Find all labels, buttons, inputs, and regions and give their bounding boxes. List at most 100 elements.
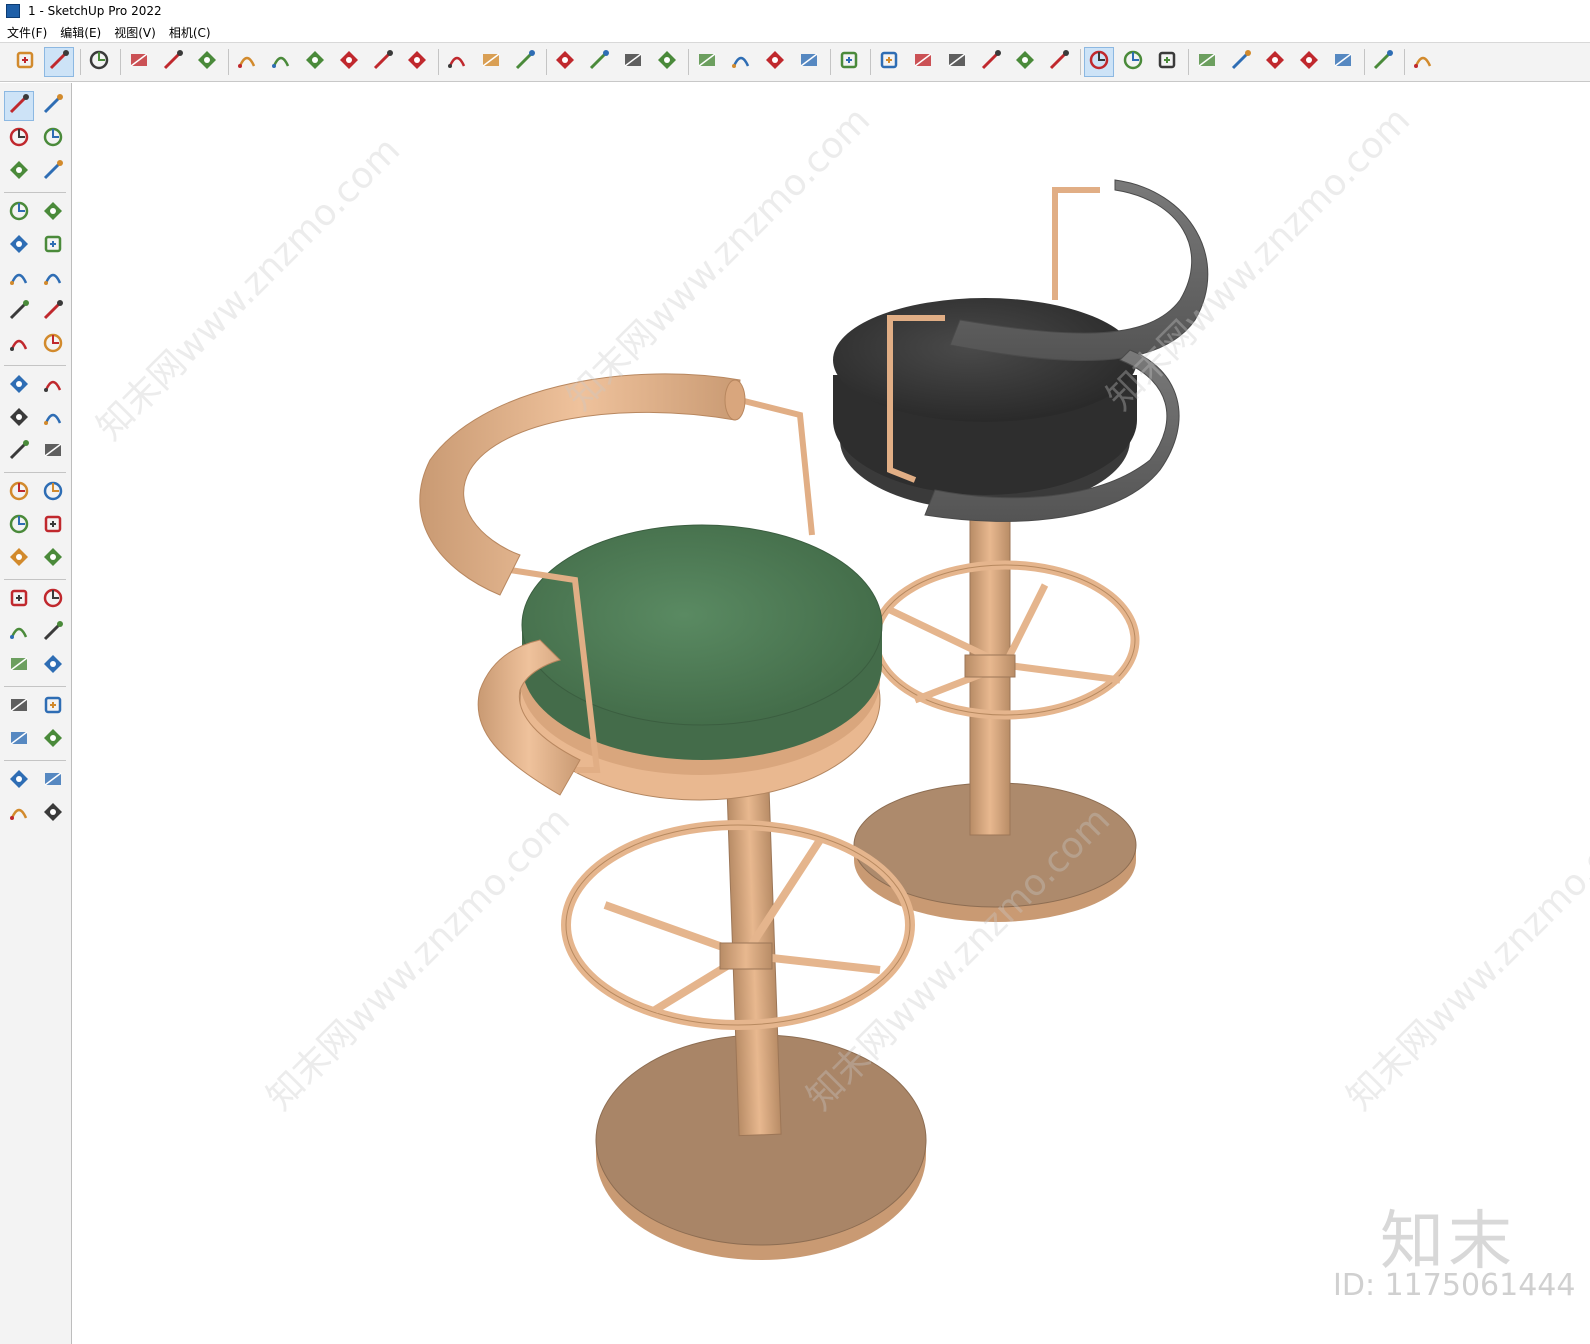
menu-edit[interactable]: 编辑(E) <box>60 24 101 41</box>
extension-button[interactable] <box>692 47 722 77</box>
component-tool[interactable] <box>4 157 34 187</box>
menu-camera[interactable]: 相机(C) <box>169 24 211 41</box>
zoom-button[interactable] <box>10 47 40 77</box>
rectangle-small-tool[interactable] <box>4 231 34 261</box>
3d-text-icon <box>41 545 65 573</box>
iso-view-button[interactable] <box>834 47 864 77</box>
zoom-extents-button[interactable] <box>618 47 648 77</box>
pie-tool[interactable] <box>38 330 68 360</box>
pencil-line-tool[interactable] <box>4 198 34 228</box>
previous-view-tool[interactable] <box>38 651 68 681</box>
rotate-small-tool[interactable] <box>4 404 34 434</box>
cloud-upload-button[interactable] <box>1294 47 1324 77</box>
tape-measure-button[interactable] <box>402 47 432 77</box>
extension-small-tool[interactable] <box>38 766 68 796</box>
rectangle-button[interactable] <box>192 47 222 77</box>
orbit-tool-tool[interactable] <box>4 585 34 615</box>
paint-bucket-button[interactable] <box>476 47 506 77</box>
solid-icon <box>1195 48 1219 76</box>
layers-small-tool[interactable] <box>4 799 34 829</box>
zoom-magnifier-icon <box>587 48 611 76</box>
pencil-button[interactable] <box>124 47 154 77</box>
polygon-tool[interactable] <box>38 264 68 294</box>
styles-button[interactable] <box>1226 47 1256 77</box>
arc-small-tool[interactable] <box>4 297 34 327</box>
select-tool[interactable] <box>4 91 34 121</box>
rectangle-icon <box>195 48 219 76</box>
tag-tool[interactable] <box>38 157 68 187</box>
add-button[interactable] <box>1152 47 1182 77</box>
protractor-tool[interactable] <box>4 511 34 541</box>
top-view-button[interactable] <box>942 47 972 77</box>
freehand-tool[interactable] <box>38 198 68 228</box>
pencil-line-icon <box>7 199 31 227</box>
pan-tool-tool[interactable] <box>38 585 68 615</box>
paint-tool[interactable] <box>4 124 34 154</box>
extension-manager-small-tool[interactable] <box>38 799 68 829</box>
walk-tool[interactable] <box>4 725 34 755</box>
orbit-button[interactable] <box>510 47 540 77</box>
position-camera-tool[interactable] <box>4 692 34 722</box>
arc-button[interactable] <box>158 47 188 77</box>
rotate-button[interactable] <box>334 47 364 77</box>
text-small-tool[interactable] <box>38 511 68 541</box>
previous-view-icon <box>41 652 65 680</box>
zoom-window-tool[interactable] <box>38 618 68 648</box>
select-arrow-button[interactable] <box>44 47 74 77</box>
rectangle-small-icon <box>7 232 31 260</box>
three-point-arc-icon <box>7 331 31 359</box>
layers-button[interactable] <box>726 47 756 77</box>
texture-checker-button[interactable] <box>1260 47 1290 77</box>
orbit-small-tool[interactable] <box>38 91 68 121</box>
solid-button[interactable] <box>1192 47 1222 77</box>
zoom-extents-small-tool[interactable] <box>4 651 34 681</box>
protractor-icon <box>7 512 31 540</box>
push-pull-button[interactable] <box>232 47 262 77</box>
menu-view[interactable]: 视图(V) <box>114 24 156 41</box>
rotated-rectangle-tool[interactable] <box>38 231 68 261</box>
menu-file[interactable]: 文件(F) <box>7 24 47 41</box>
back-view-button[interactable] <box>1010 47 1040 77</box>
section-cut-button[interactable] <box>1118 47 1148 77</box>
section-plane-icon <box>1047 48 1071 76</box>
user-account-button[interactable] <box>794 47 824 77</box>
section-small-tool[interactable] <box>38 725 68 755</box>
follow-me-small-tool[interactable] <box>38 404 68 434</box>
right-view-button[interactable] <box>976 47 1006 77</box>
circle-tool[interactable] <box>4 264 34 294</box>
eraser-small-tool[interactable] <box>38 124 68 154</box>
three-point-arc-tool[interactable] <box>4 330 34 360</box>
settings-button[interactable] <box>1328 47 1358 77</box>
scale-button[interactable] <box>368 47 398 77</box>
push-pull-small-tool[interactable] <box>38 371 68 401</box>
zoom-magnifier-button[interactable] <box>584 47 614 77</box>
move-button[interactable] <box>300 47 330 77</box>
tape-small-tool[interactable] <box>4 478 34 508</box>
eraser-button[interactable] <box>84 47 114 77</box>
text-label-button[interactable] <box>442 47 472 77</box>
model-viewport[interactable]: 知末网www.znzmo.com 知末网www.znzmo.com 知末网www… <box>73 83 1590 1344</box>
move-small-tool[interactable] <box>4 371 34 401</box>
look-around-tool[interactable] <box>38 692 68 722</box>
section-plane-button[interactable] <box>1044 47 1074 77</box>
info-button[interactable] <box>1408 47 1438 77</box>
scale-small-tool[interactable] <box>4 437 34 467</box>
dimension-tool[interactable] <box>38 478 68 508</box>
zoom-extents-icon <box>621 48 645 76</box>
scale-icon <box>371 48 395 76</box>
section-display-button[interactable] <box>1084 47 1114 77</box>
follow-me-button[interactable] <box>266 47 296 77</box>
3d-text-tool[interactable] <box>38 544 68 574</box>
offset-tool[interactable] <box>38 437 68 467</box>
extension-manager-button[interactable] <box>760 47 790 77</box>
home-button[interactable] <box>908 47 938 77</box>
front-view-button[interactable] <box>874 47 904 77</box>
window-button[interactable] <box>1368 47 1398 77</box>
zoom-tool-tool[interactable] <box>4 618 34 648</box>
info-icon <box>1411 48 1435 76</box>
two-point-arc-tool[interactable] <box>38 297 68 327</box>
pan-hand-button[interactable] <box>550 47 580 77</box>
axes-tool[interactable] <box>4 544 34 574</box>
warehouse-button[interactable] <box>652 47 682 77</box>
warehouse-small-tool[interactable] <box>4 766 34 796</box>
